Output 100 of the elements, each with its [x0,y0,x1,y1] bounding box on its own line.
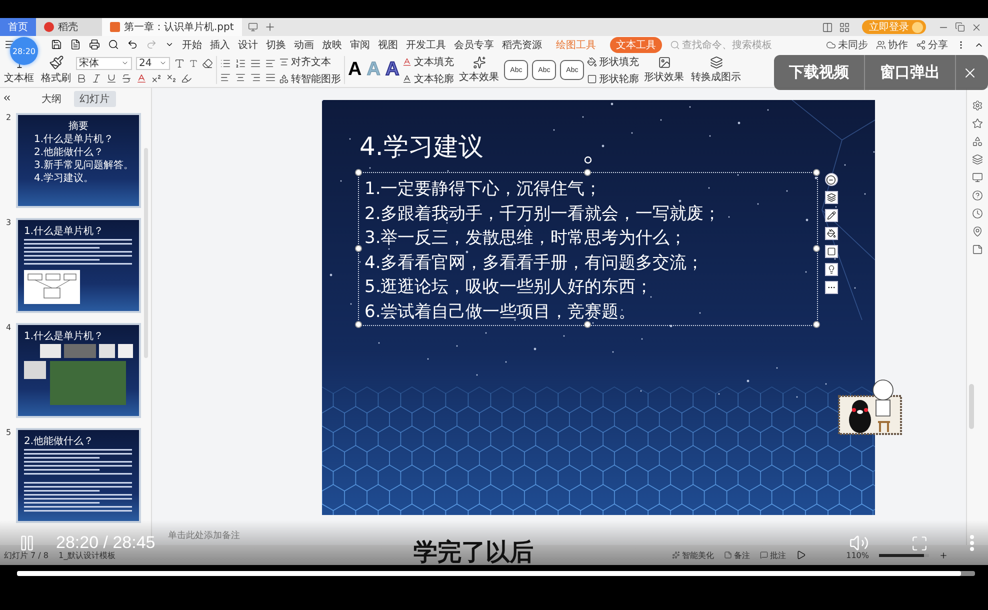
menu-tab[interactable]: 切换 [266,38,286,52]
text-style-sample[interactable]: A [348,59,362,81]
shape-fill-button[interactable]: 形状填充 [587,54,640,68]
resize-handle[interactable] [354,169,362,176]
side-tool-icon[interactable] [972,118,983,129]
grid-icon[interactable] [839,22,850,32]
volume-button[interactable] [849,533,869,553]
screen-icon[interactable] [248,22,258,32]
shape-outline-button[interactable]: 形状轮廓 [587,72,640,86]
float-tool-button[interactable] [824,191,838,204]
popup-button[interactable]: 窗口弹出 [865,55,956,90]
side-tool-icon[interactable] [972,136,983,147]
menu-tab[interactable]: 视图 [378,38,398,52]
text-effect-button[interactable]: 文本效果 [457,56,502,84]
menu-tab[interactable]: 开始 [182,38,202,52]
align-center-icon[interactable] [235,72,246,82]
shrink-font-icon[interactable] [189,58,198,68]
menu-tab[interactable]: 稻壳资源 [502,38,542,52]
menu-tab[interactable]: 审阅 [350,38,370,52]
align-left-icon[interactable] [220,72,231,82]
text-style-sample[interactable]: A [385,59,400,81]
slide-thumbnail[interactable]: 1.什么是单片机？ [16,218,141,313]
grow-font-icon[interactable] [174,58,185,68]
side-tool-icon[interactable] [972,100,983,111]
numbered-list-icon[interactable] [235,58,246,68]
close-icon[interactable] [971,22,982,32]
side-tool-icon[interactable] [972,154,983,165]
new-tab-icon[interactable] [264,21,276,33]
beautify-button[interactable]: 智能美化 [672,550,714,560]
comments-button[interactable]: 批注 [760,550,786,560]
undo-icon[interactable] [127,39,138,50]
indent-icon[interactable] [250,58,261,68]
toolbar-link[interactable]: 分享 [916,38,948,52]
underline-icon[interactable] [106,72,117,84]
italic-icon[interactable] [91,72,102,84]
slideshow-icon[interactable] [796,550,806,560]
print-icon[interactable] [89,39,100,50]
resize-handle[interactable] [812,169,820,176]
bold-icon[interactable] [76,72,87,84]
convert-button[interactable]: 转换成图示 [689,56,744,84]
notes-button[interactable]: 备注 [724,550,750,560]
preview-icon[interactable] [108,39,119,50]
customize-icon[interactable] [165,40,174,49]
slide-thumbnail[interactable]: 2.他能做什么？ [16,428,141,523]
clear-format-icon[interactable] [202,58,213,68]
menu-tab[interactable]: 开发工具 [406,38,446,52]
side-tool-icon[interactable] [972,226,983,237]
menu-tab[interactable]: 会员专享 [454,38,494,52]
collapse-panel-icon[interactable] [2,93,12,103]
restore-icon[interactable] [955,22,965,32]
float-tool-button[interactable] [824,245,838,258]
resize-handle[interactable] [812,321,820,328]
side-tool-icon[interactable] [972,172,983,183]
menu-tab[interactable]: 插入 [210,38,230,52]
resize-handle[interactable] [812,245,820,252]
float-tool-button[interactable] [824,173,838,186]
toolbar-link[interactable]: 协作 [876,38,908,52]
format-painter-button[interactable]: 格式刷 [39,55,73,85]
superscript-icon[interactable] [151,72,162,84]
document-tab[interactable]: 稻壳 [36,18,102,36]
align-text-button[interactable]: 对齐文本 [279,54,341,68]
resize-handle[interactable] [354,245,362,252]
slide-thumbnail[interactable]: 1.什么是单片机？ [16,323,141,418]
line-spacing-icon[interactable] [265,58,276,68]
font-select[interactable]: 宋体 [76,56,132,70]
side-tool-icon[interactable] [972,190,983,201]
resize-handle[interactable] [584,321,590,328]
side-tool-icon[interactable] [972,208,983,219]
highlight-icon[interactable] [181,72,192,84]
resize-handle[interactable] [584,169,590,176]
rotate-handle-icon[interactable] [584,156,592,164]
menu-tab[interactable]: 动画 [294,38,314,52]
float-tool-button[interactable] [824,281,838,294]
menu-tab[interactable]: 放映 [322,38,342,52]
panel-tab[interactable]: 幻灯片 [74,91,116,107]
text-fill-button[interactable]: 文本填充 [402,54,454,68]
document-tab[interactable]: 首页 [0,18,36,36]
layout-icon[interactable] [822,22,833,32]
font-size-select[interactable]: 24 [136,56,170,70]
resize-handle[interactable] [354,321,362,328]
text-box[interactable]: 1.一定要静得下心，沉得住气； 2.多跟着我动手，千万别一看就会，一写就废； 3.举一反三，发散思维，时常思考为什么； 4.多看看官网，多看看手册，有问题多交流； 5.逛逛论坛，吸收一些别人好的东西； 6.尝试着自己做一些项目，竞赛题。 [358,172,818,326]
zoom-in-icon[interactable] [939,550,948,560]
strikethrough-icon[interactable] [121,72,132,84]
save-icon[interactable] [51,39,62,50]
side-tool-icon[interactable] [972,244,983,255]
scrollbar[interactable] [969,384,974,429]
align-right-icon[interactable] [250,72,261,82]
shape-effect-button[interactable]: 形状效果 [642,56,686,84]
export-icon[interactable] [70,39,81,50]
document-tab[interactable]: 第一章：认识单片机.ppt [102,18,242,36]
smart-art-button[interactable]: 转智能图形 [279,72,341,86]
menu-tab[interactable]: 设计 [238,38,258,52]
float-tool-button[interactable] [824,209,838,222]
justify-icon[interactable] [265,72,276,82]
float-tool-button[interactable] [824,227,838,240]
popup-button[interactable]: 下载视频 [774,55,865,90]
subscript-icon[interactable] [166,72,177,84]
float-tool-button[interactable] [824,263,838,276]
panel-tab[interactable]: 大纲 [36,91,68,107]
font-color-icon[interactable] [136,72,147,84]
